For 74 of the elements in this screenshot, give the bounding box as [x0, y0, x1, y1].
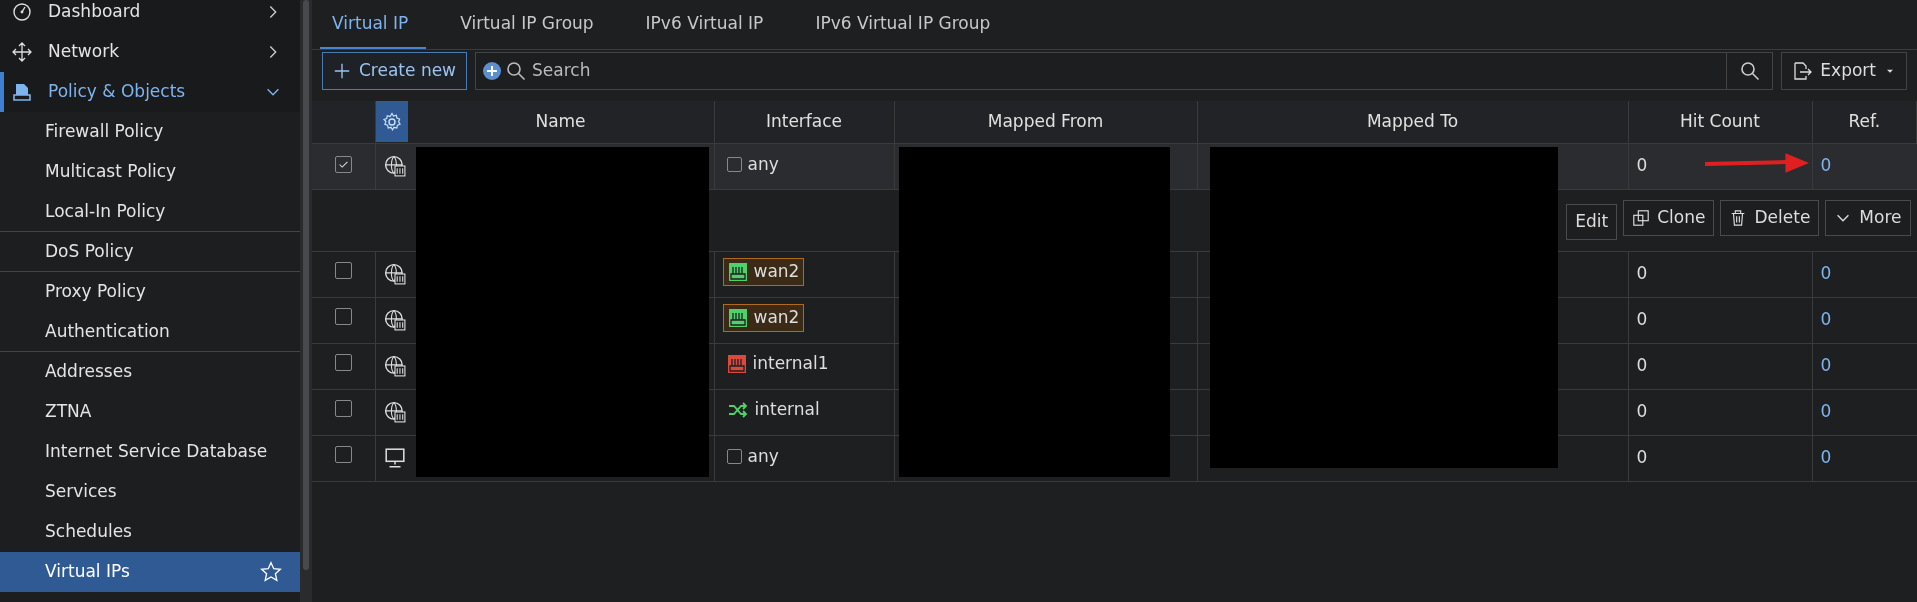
plus-icon — [333, 62, 351, 80]
clone-icon — [1632, 209, 1651, 228]
row-checkbox[interactable] — [334, 262, 352, 280]
sidebar-item[interactable]: ZTNA — [0, 392, 300, 432]
create-new-button[interactable]: Create new — [322, 52, 468, 90]
gauge-icon — [12, 2, 32, 22]
sidebar-item[interactable]: Services — [0, 472, 300, 512]
hit-count-text: 0 — [1636, 263, 1648, 284]
document-icon — [12, 82, 32, 102]
hit-count-text: 0 — [1636, 401, 1648, 422]
more-button[interactable]: More — [1825, 200, 1911, 236]
ref-count-link[interactable]: 0 — [1820, 401, 1832, 422]
globe-building-icon — [383, 355, 406, 378]
sidebar-item[interactable]: Multicast Policy — [0, 152, 300, 192]
scrollbar[interactable] — [300, 0, 312, 602]
hit-count-text: 0 — [1636, 355, 1648, 376]
globe-building-icon — [383, 309, 406, 332]
interface-tag: any — [722, 444, 783, 470]
tab[interactable]: Virtual IP — [320, 0, 427, 49]
row-checkbox[interactable] — [334, 354, 352, 372]
row-checkbox[interactable] — [334, 156, 352, 174]
globe-building-icon — [383, 401, 406, 424]
ref-count-link[interactable]: 0 — [1820, 447, 1832, 468]
delete-button[interactable]: Delete — [1720, 200, 1820, 236]
tab[interactable]: IPv6 Virtual IP Group — [803, 0, 1009, 49]
sidebar-item[interactable]: Network — [0, 32, 300, 72]
sidebar-item[interactable]: Firewall Policy — [0, 112, 300, 152]
export-button[interactable]: Export — [1781, 52, 1907, 90]
sidebar-item[interactable]: Virtual IPs — [0, 552, 300, 592]
sidebar-item[interactable]: Policy & Objects — [0, 72, 300, 112]
row-checkbox[interactable] — [334, 400, 352, 418]
column-header: Mapped From — [987, 111, 1104, 131]
clone-button[interactable]: Clone — [1623, 200, 1715, 236]
tab[interactable]: Virtual IP Group — [448, 0, 612, 49]
edit-button[interactable]: Edit — [1566, 204, 1618, 240]
column-header: Interface — [765, 111, 843, 131]
gear-icon — [381, 111, 402, 132]
column-settings-button[interactable] — [375, 101, 408, 143]
add-filter-icon[interactable] — [482, 61, 503, 81]
search-input[interactable]: Search — [530, 57, 1727, 85]
hit-count-text: 0 — [1636, 309, 1648, 330]
move-icon — [12, 42, 32, 62]
hit-count-text: 0 — [1636, 447, 1648, 468]
ref-count-link[interactable]: 0 — [1820, 155, 1832, 176]
search-icon — [1739, 61, 1760, 81]
interface-checkbox-icon — [726, 449, 742, 465]
sidebar-item[interactable]: Schedules — [0, 512, 300, 552]
sidebar-item[interactable]: Internet Service Database — [0, 432, 300, 472]
row-checkbox[interactable] — [334, 308, 352, 326]
hit-count-text: 0 — [1636, 155, 1648, 176]
column-header: Hit Count — [1679, 111, 1761, 131]
globe-building-icon — [383, 155, 406, 178]
row-checkbox[interactable] — [334, 446, 352, 464]
column-header: Ref. — [1848, 111, 1881, 131]
ref-count-link[interactable]: 0 — [1820, 263, 1832, 284]
shuffle-icon — [726, 399, 749, 420]
star-icon — [260, 561, 282, 583]
globe-building-icon — [383, 263, 406, 286]
monitor-icon — [383, 447, 406, 470]
sidebar-item[interactable]: Addresses — [0, 352, 300, 392]
export-icon — [1792, 61, 1813, 81]
search-bar[interactable]: Search — [475, 52, 1774, 90]
interface-tag: wan2 — [722, 258, 805, 286]
interface-checkbox-icon — [726, 157, 742, 173]
ref-count-link[interactable]: 0 — [1820, 309, 1832, 330]
column-header: Mapped To — [1366, 111, 1459, 131]
search-icon — [506, 61, 527, 81]
tab[interactable]: IPv6 Virtual IP — [633, 0, 782, 49]
interface-tag: any — [722, 152, 783, 178]
sidebar-item[interactable]: Proxy Policy — [0, 272, 300, 312]
column-header: Name — [534, 110, 587, 133]
interface-tag: wan2 — [722, 304, 805, 332]
sidebar-item[interactable]: Dashboard — [0, 0, 300, 32]
ref-count-link[interactable]: 0 — [1820, 355, 1832, 376]
